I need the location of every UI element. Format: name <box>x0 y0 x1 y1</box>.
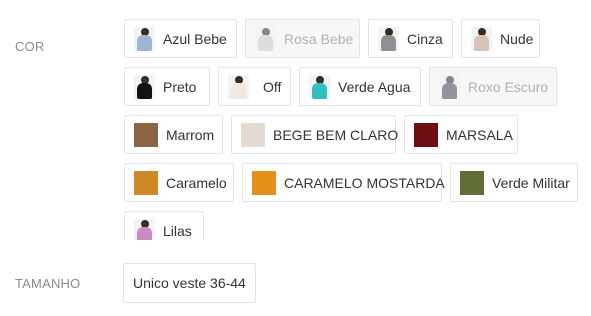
color-option-verde-agua[interactable]: Verde Agua <box>299 67 421 106</box>
color-option-label: BEGE BEM CLARO <box>273 126 399 143</box>
color-option-label: Azul Bebe <box>163 30 227 47</box>
color-option-verde-militar[interactable]: Verde Militar <box>450 163 578 202</box>
size-label: TAMANHO <box>15 276 81 291</box>
color-option-label: Nude <box>500 30 534 47</box>
color-option-roxo-escuro: Roxo Escuro <box>429 67 557 106</box>
color-swatch <box>241 122 265 147</box>
model-photo-icon <box>134 218 155 240</box>
color-option-label: Roxo Escuro <box>468 78 549 95</box>
color-option-caramelo[interactable]: Caramelo <box>124 163 234 202</box>
color-option-label: Cinza <box>407 30 443 47</box>
size-option-label: Unico veste 36-44 <box>133 275 246 291</box>
color-option-label: Preto <box>163 78 197 95</box>
color-options: Azul Bebe Rosa Bebe Cinza Nude Preto Off… <box>124 19 584 240</box>
color-row-2: Preto Off Verde Agua Roxo Escuro <box>124 67 557 106</box>
color-option-label: MARSALA <box>446 126 513 143</box>
color-option-off[interactable]: Off <box>218 67 291 106</box>
model-photo-icon <box>378 26 399 51</box>
color-row-1: Azul Bebe Rosa Bebe Cinza Nude <box>124 19 540 58</box>
model-photo-icon <box>134 74 155 99</box>
color-row-5: Lilas <box>124 211 204 240</box>
color-option-nude[interactable]: Nude <box>461 19 540 58</box>
color-option-label: Verde Militar <box>492 174 570 191</box>
model-photo-icon <box>471 26 492 51</box>
color-row-3: Marrom BEGE BEM CLARO MARSALA <box>124 115 518 154</box>
color-option-label: Rosa Bebe <box>284 30 354 47</box>
color-option-azul-bebe[interactable]: Azul Bebe <box>124 19 237 58</box>
model-photo-icon <box>134 26 155 51</box>
color-option-cinza[interactable]: Cinza <box>368 19 453 58</box>
color-option-marsala[interactable]: MARSALA <box>404 115 518 154</box>
color-option-label: Lilas <box>163 222 192 239</box>
color-option-marrom[interactable]: Marrom <box>124 115 223 154</box>
color-swatch <box>252 170 276 195</box>
color-option-bege-bem-claro[interactable]: BEGE BEM CLARO <box>231 115 399 154</box>
model-photo-icon <box>255 26 276 51</box>
color-label: COR <box>15 39 45 54</box>
size-option-unico[interactable]: Unico veste 36-44 <box>123 263 256 303</box>
model-photo-icon <box>228 74 249 99</box>
color-option-caramelo-mostarda[interactable]: CARAMELO MOSTARDA <box>242 163 445 202</box>
model-photo-icon <box>439 74 460 99</box>
color-option-label: Verde Agua <box>338 78 411 95</box>
color-swatch <box>134 170 158 195</box>
color-option-label: Marrom <box>166 126 215 143</box>
model-photo-icon <box>309 74 330 99</box>
color-swatch <box>134 122 158 147</box>
color-row-4: Caramelo CARAMELO MOSTARDA Verde Militar <box>124 163 578 202</box>
color-option-lilas[interactable]: Lilas <box>124 211 204 240</box>
color-swatch <box>460 170 484 195</box>
color-option-rosa-bebe: Rosa Bebe <box>245 19 360 58</box>
color-option-label: CARAMELO MOSTARDA <box>284 174 445 191</box>
color-option-label: Caramelo <box>166 174 227 191</box>
color-option-label: Off <box>263 78 282 95</box>
color-option-preto[interactable]: Preto <box>124 67 210 106</box>
color-swatch <box>414 122 438 147</box>
